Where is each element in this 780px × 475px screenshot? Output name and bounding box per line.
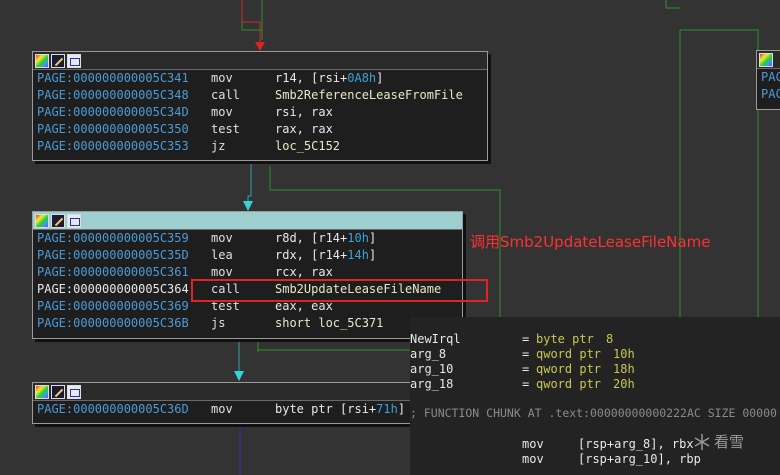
- address: PAGE:000000000005C359: [37, 231, 189, 245]
- operand: rdx, [r14+14h]: [275, 248, 377, 262]
- stack-var-row[interactable]: arg_8 = qword ptr 10h: [410, 347, 635, 362]
- group-nodes-icon[interactable]: [67, 213, 81, 228]
- block-header-active: [33, 212, 462, 230]
- operand[interactable]: loc_5C152: [275, 139, 340, 153]
- address: PAGE:000000000005C34D: [37, 105, 189, 119]
- block-header: [33, 383, 453, 401]
- mnemonic: mov: [211, 105, 233, 119]
- address: PAGE:000000000005C353: [37, 139, 189, 153]
- asm-line[interactable]: PAGE:000000000005C350 test rax, rax: [33, 121, 487, 138]
- address: PAGE:000000000005C36D: [37, 402, 189, 416]
- operand: r8d, [r14+10h]: [275, 231, 377, 245]
- block-header: [757, 51, 780, 69]
- group-nodes-icon[interactable]: [67, 384, 81, 399]
- rename-pencil-icon[interactable]: [51, 384, 65, 399]
- code-block-right-partial[interactable]: PAC PAC: [756, 50, 780, 110]
- code-block-1[interactable]: PAGE:000000000005C341 mov r14, [rsi+0A8h] …: [32, 51, 488, 161]
- asm-line[interactable]: PAGE:000000000005C36B js short loc_5C371: [33, 315, 462, 332]
- asm-line[interactable]: mov [rsp+arg_8], rbx: [522, 437, 694, 452]
- color-palette-icon[interactable]: [35, 213, 49, 228]
- operand[interactable]: Smb2ReferenceLeaseFromFile: [275, 88, 463, 102]
- operand: byte ptr [rsi+71h]: [275, 402, 406, 416]
- watermark: 看雪: [693, 431, 744, 452]
- block-header: [33, 52, 487, 70]
- asm-line[interactable]: mov [rsp+arg_10], rbp: [522, 452, 701, 467]
- asm-line[interactable]: PAGE:000000000005C348 call Smb2ReferenceLe…: [33, 87, 487, 104]
- operand: rcx, rax: [275, 265, 333, 279]
- mnemonic: call: [211, 88, 240, 102]
- asm-line[interactable]: PAGE:000000000005C341 mov r14, [rsi+0A8h]: [33, 70, 487, 87]
- annotation-label: 调用Smb2UpdateLeaseFileName: [470, 233, 711, 251]
- code-block-3[interactable]: PAGE:000000000005C36D mov byte ptr [rsi+71…: [32, 382, 454, 424]
- stack-var-row[interactable]: arg_18 = qword ptr 20h: [410, 377, 635, 392]
- operand[interactable]: short loc_5C371: [275, 316, 383, 330]
- stack-var-row[interactable]: arg_10 = qword ptr 18h: [410, 362, 635, 377]
- asm-line[interactable]: PAC: [757, 69, 780, 86]
- mnemonic: lea: [211, 248, 233, 262]
- snowflake-icon: [694, 433, 710, 450]
- asm-line[interactable]: PAGE:000000000005C36D mov byte ptr [rsi+71…: [33, 401, 453, 418]
- asm-line[interactable]: PAGE:000000000005C34D mov rsi, rax: [33, 104, 487, 121]
- operand: rsi, rax: [275, 105, 333, 119]
- mnemonic: jz: [211, 139, 226, 153]
- code-block-2[interactable]: PAGE:000000000005C359 mov r8d, [r14+10h] P…: [32, 211, 463, 339]
- address: PAGE:000000000005C36B: [37, 316, 189, 330]
- mnemonic: mov: [211, 71, 233, 85]
- watermark-text: 看雪: [714, 433, 745, 451]
- mnemonic: mov: [211, 231, 233, 245]
- mnemonic: js: [211, 316, 226, 330]
- group-nodes-icon[interactable]: [67, 53, 81, 68]
- address: PAGE:000000000005C350: [37, 122, 189, 136]
- rename-pencil-icon[interactable]: [51, 213, 65, 228]
- stack-var-row[interactable]: NewIrql = byte ptr 8: [410, 332, 613, 347]
- asm-line[interactable]: PAGE:000000000005C359 mov r8d, [r14+10h]: [33, 230, 462, 247]
- color-palette-icon[interactable]: [35, 53, 49, 68]
- rename-pencil-icon[interactable]: [51, 53, 65, 68]
- operand: rax, rax: [275, 122, 333, 136]
- color-palette-icon[interactable]: [35, 384, 49, 399]
- address: PAGE:000000000005C35D: [37, 248, 189, 262]
- color-palette-icon[interactable]: [759, 52, 773, 67]
- mnemonic: mov: [211, 402, 233, 416]
- asm-line[interactable]: PAC: [757, 86, 780, 103]
- address: PAGE:000000000005C361: [37, 265, 189, 279]
- address: PAGE:000000000005C348: [37, 88, 189, 102]
- asm-line[interactable]: PAGE:000000000005C353 jz loc_5C152: [33, 138, 487, 155]
- address: PAGE:000000000005C364: [37, 282, 189, 296]
- address: PAGE:000000000005C369: [37, 299, 189, 313]
- address: PAC: [761, 87, 780, 101]
- mnemonic: test: [211, 122, 240, 136]
- operand: r14, [rsi+0A8h]: [275, 71, 384, 85]
- asm-line[interactable]: PAGE:000000000005C35D lea rdx, [r14+14h]: [33, 247, 462, 264]
- function-chunk-comment: ; FUNCTION CHUNK AT .text:00000000000222…: [410, 406, 777, 420]
- highlight-box: [191, 279, 488, 302]
- address: PAC: [761, 70, 780, 84]
- address: PAGE:000000000005C341: [37, 71, 189, 85]
